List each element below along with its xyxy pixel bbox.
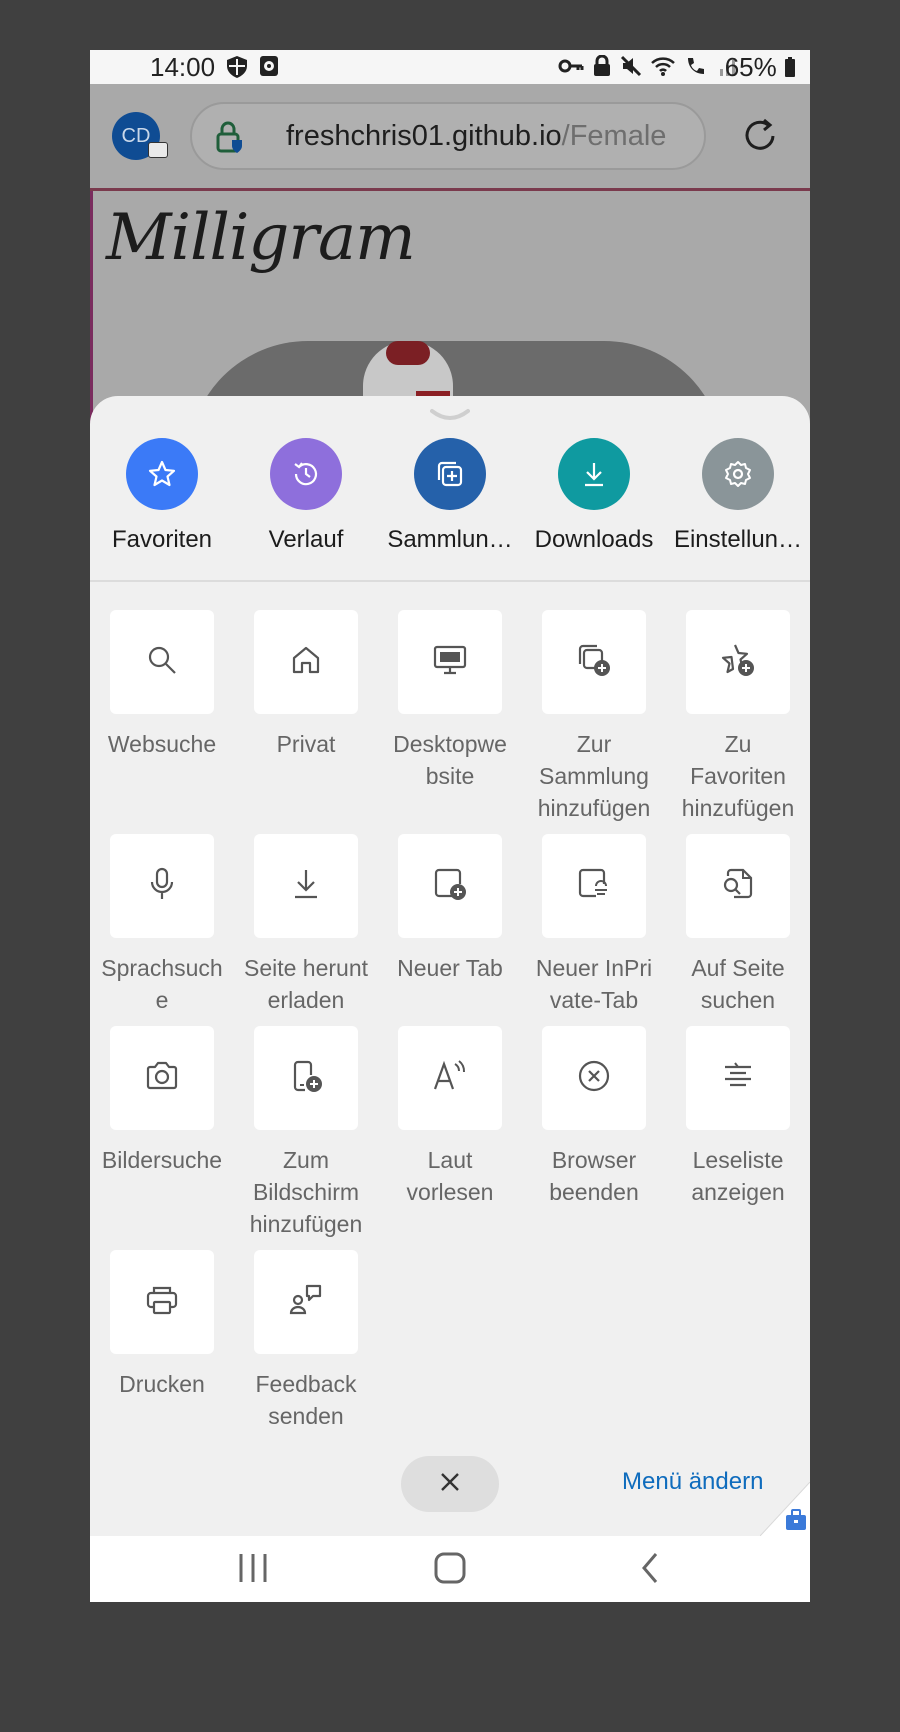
tile-label: Leseliste anzeigen (691, 1147, 785, 1205)
quick-action-sammlungen[interactable]: Sammlun… (378, 438, 522, 554)
tile-zum-bildschirm[interactable]: Zum Bildschirm hinzufügen (234, 1026, 378, 1240)
tile-privat[interactable]: Privat (234, 610, 378, 760)
tile-browser-beenden[interactable]: Browser beenden (522, 1026, 666, 1208)
download-icon (558, 438, 630, 510)
tile-label: Laut vorlesen (406, 1147, 494, 1205)
tile-label: Neuer Tab (397, 955, 503, 981)
tile-label: Zur Sammlung hinzufügen (537, 731, 651, 821)
camera-icon (144, 1059, 180, 1098)
lock-icon (592, 54, 612, 82)
star-icon (126, 438, 198, 510)
tile-label: Desktopwe bsite (393, 731, 507, 789)
system-nav-bar (90, 1536, 810, 1602)
tile-label: Browser beenden (549, 1147, 639, 1205)
sheet-handle-icon[interactable] (430, 408, 470, 422)
home-icon (289, 643, 323, 682)
url-text[interactable]: freshchris01.github.io/Female (286, 120, 690, 153)
close-menu-button[interactable] (401, 1456, 499, 1512)
tile-drucken[interactable]: Drucken (90, 1250, 234, 1400)
clock-badge-icon (259, 55, 279, 84)
phone-screen: 14:00 65% CD freshchris01.github.io/Fema… (90, 50, 810, 1602)
close-icon (438, 1470, 462, 1499)
menu-divider (90, 580, 810, 582)
tile-neuer-tab[interactable]: Neuer Tab (378, 834, 522, 984)
add-collection-icon (576, 642, 612, 683)
tile-sprachsuche[interactable]: Sprachsuch e (90, 834, 234, 1016)
feedback-icon (287, 1282, 325, 1323)
quick-action-einstellungen[interactable]: Einstellun… (666, 438, 810, 554)
key-icon (558, 55, 584, 82)
microphone-icon (145, 866, 179, 907)
settings-icon (702, 438, 774, 510)
quick-action-downloads[interactable]: Downloads (522, 438, 666, 554)
tile-label: Feedback senden (255, 1371, 357, 1429)
mute-icon (620, 55, 642, 82)
tile-label: Bildersuche (101, 1147, 223, 1173)
wifi-icon (650, 55, 676, 82)
quick-action-label: Verlauf (268, 526, 344, 553)
quick-action-label: Einstellun… (673, 526, 803, 553)
history-icon (270, 438, 342, 510)
read-aloud-icon (431, 1058, 469, 1099)
tile-label: Neuer InPri vate-Tab (535, 955, 653, 1013)
tile-bildersuche[interactable]: Bildersuche (90, 1026, 234, 1176)
quick-actions-row: Favoriten Verlauf Sammlun… Downloads Ein… (90, 438, 810, 558)
tile-desktopwebsite[interactable]: Desktopwe bsite (378, 610, 522, 792)
tile-seite-herunterladen[interactable]: Seite herunt erladen (234, 834, 378, 1016)
reading-list-icon (720, 1059, 756, 1098)
collections-icon (414, 438, 486, 510)
quick-action-verlauf[interactable]: Verlauf (234, 438, 378, 554)
work-briefcase-icon (759, 1481, 810, 1537)
status-bar: 14:00 65% (90, 50, 810, 84)
print-icon (144, 1283, 180, 1322)
tile-zu-favoriten[interactable]: Zu Favoriten hinzufügen (666, 610, 810, 824)
tile-neuer-inprivate-tab[interactable]: Neuer InPri vate-Tab (522, 834, 666, 1016)
tile-label: Zum Bildschirm hinzufügen (249, 1147, 363, 1237)
tile-feedback-senden[interactable]: Feedback senden (234, 1250, 378, 1432)
add-favorite-icon (720, 642, 756, 683)
tile-zur-sammlung[interactable]: Zur Sammlung hinzufügen (522, 610, 666, 824)
tile-label: Drucken (119, 1371, 205, 1397)
wifi-call-icon (684, 55, 710, 82)
edit-menu-link[interactable]: Menü ändern (622, 1468, 763, 1496)
tile-label: Seite herunt erladen (243, 955, 369, 1013)
reload-icon[interactable] (740, 116, 780, 161)
new-tab-icon (432, 866, 468, 907)
exit-browser-icon (576, 1058, 612, 1099)
tile-leseliste[interactable]: Leseliste anzeigen (666, 1026, 810, 1208)
tile-label: Sprachsuch e (101, 955, 223, 1013)
tile-laut-vorlesen[interactable]: Laut vorlesen (378, 1026, 522, 1208)
browser-view: CD freshchris01.github.io/Female Milligr… (90, 84, 810, 446)
browser-toolbar: CD freshchris01.github.io/Female (90, 84, 810, 188)
quick-action-label: Downloads (534, 526, 654, 553)
page-logo: Milligram (106, 201, 416, 275)
inprivate-tab-icon (576, 866, 612, 907)
quick-action-label: Sammlun… (387, 526, 513, 553)
home-button-icon[interactable] (432, 1550, 468, 1591)
find-on-page-icon (720, 866, 756, 907)
shield-icon (225, 55, 249, 84)
battery-icon (785, 57, 795, 77)
desktop-icon (432, 643, 468, 682)
quick-action-favoriten[interactable]: Favoriten (90, 438, 234, 554)
work-profile-badge-icon (148, 142, 168, 158)
battery-percent: 65% (725, 52, 796, 83)
recent-apps-icon[interactable] (236, 1550, 270, 1591)
download-page-icon (289, 866, 323, 907)
search-icon (145, 643, 179, 682)
tile-websuche[interactable]: Websuche (90, 610, 234, 760)
tile-label: Privat (276, 731, 336, 757)
status-time: 14:00 (150, 52, 216, 82)
secure-lock-icon[interactable] (214, 120, 244, 159)
tile-auf-seite-suchen[interactable]: Auf Seite suchen (666, 834, 810, 1016)
address-bar[interactable]: freshchris01.github.io/Female (190, 102, 706, 170)
back-icon[interactable] (638, 1550, 662, 1591)
browser-menu-sheet: Favoriten Verlauf Sammlun… Downloads Ein… (90, 396, 810, 1537)
add-to-homescreen-icon (288, 1058, 324, 1099)
tile-label: Websuche (107, 731, 217, 757)
tile-label: Auf Seite suchen (691, 955, 785, 1013)
tile-label: Zu Favoriten hinzufügen (681, 731, 795, 821)
quick-action-label: Favoriten (111, 526, 213, 553)
